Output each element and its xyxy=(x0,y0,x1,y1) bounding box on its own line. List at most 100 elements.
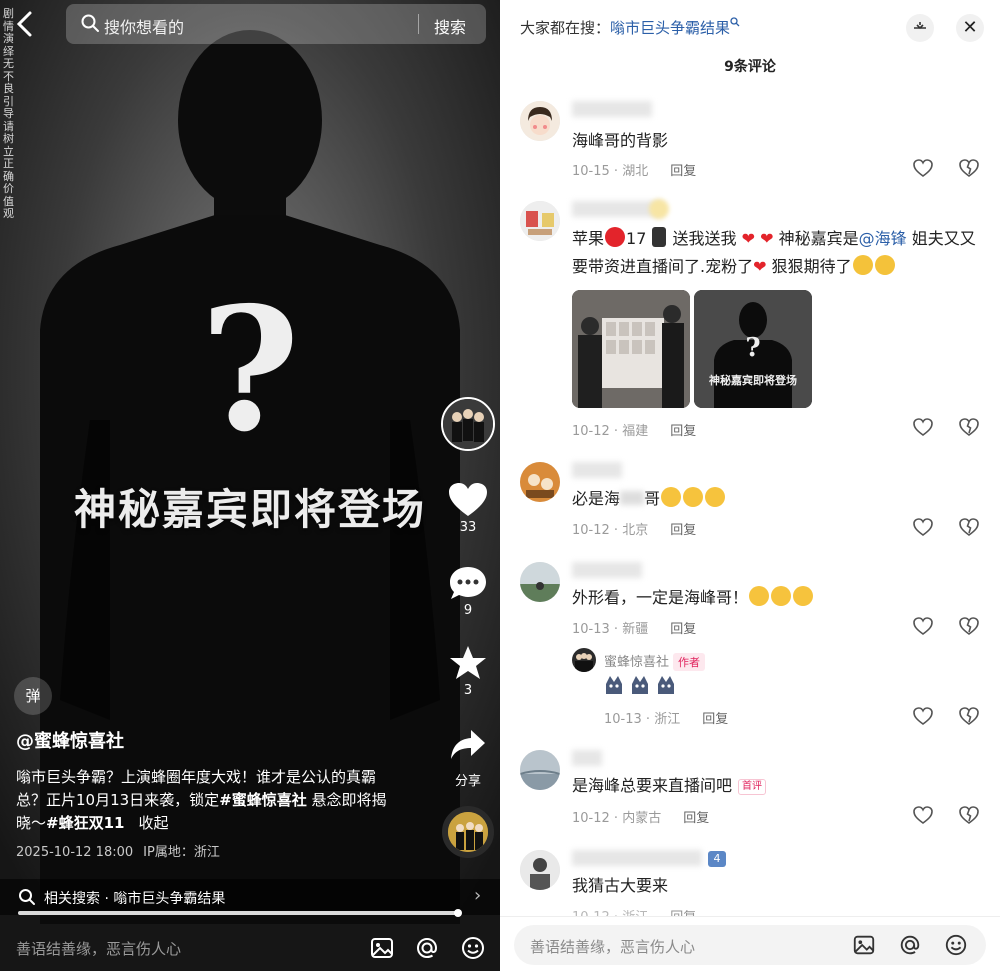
author-avatar[interactable] xyxy=(441,397,495,451)
comment-text: 海峰哥的背影 xyxy=(572,131,669,150)
emoji-icon[interactable] xyxy=(460,935,486,961)
avatar[interactable] xyxy=(520,850,560,890)
avatar[interactable] xyxy=(520,750,560,790)
heart-emoji-icon: ❤ xyxy=(741,229,756,248)
danmu-toggle[interactable]: 弹 xyxy=(14,677,52,715)
comment-count-title: 9条评论 xyxy=(724,59,776,75)
like-icon[interactable] xyxy=(912,705,934,727)
comment-date: 10-12 xyxy=(572,523,610,538)
like-icon[interactable] xyxy=(912,516,934,538)
user-mention[interactable]: @海锋 xyxy=(859,229,907,248)
hot-search-term[interactable]: 嗡市巨头争霸结果 xyxy=(610,19,730,37)
comment-input-bar: 善语结善缘，恶言伤人心 xyxy=(500,916,1000,971)
related-search-bar[interactable]: 相关搜索 · 嗡市巨头争霸结果 › xyxy=(0,879,500,915)
share-button[interactable]: 分享 xyxy=(438,728,498,789)
back-icon[interactable] xyxy=(14,10,44,42)
avatar[interactable] xyxy=(520,101,560,141)
dislike-icon[interactable] xyxy=(958,705,980,727)
author-tag: 作者 xyxy=(673,653,706,671)
like-icon[interactable] xyxy=(912,416,934,438)
comment-location: 北京 xyxy=(622,523,649,538)
comment-date: 10-15 xyxy=(572,164,610,179)
dislike-icon[interactable] xyxy=(958,416,980,438)
comment-input[interactable]: 善语结善缘，恶言伤人心 xyxy=(514,925,986,965)
video-ip: IP属地：浙江 xyxy=(143,845,220,860)
music-disc[interactable] xyxy=(442,806,494,858)
favorite-button[interactable]: 3 xyxy=(438,645,498,698)
mention-icon[interactable] xyxy=(414,935,440,961)
phone-emoji-icon xyxy=(652,227,667,247)
comment-username[interactable] xyxy=(572,750,602,766)
comment-text: 外形看，一定是海峰哥！ xyxy=(572,584,982,612)
reply-author-name[interactable]: 蜜蜂惊喜社 xyxy=(604,655,669,670)
reply-button[interactable]: 回复 xyxy=(670,424,696,439)
comment-text-part: 必是海 xyxy=(572,489,621,508)
comment-date: 10-12 xyxy=(572,424,610,439)
emoji-icon[interactable] xyxy=(944,933,968,957)
comment-icon xyxy=(450,567,486,599)
avatar[interactable] xyxy=(572,648,596,672)
search-divider xyxy=(418,14,419,34)
avatar[interactable] xyxy=(520,201,560,241)
comment-username[interactable] xyxy=(572,850,702,866)
dislike-icon[interactable] xyxy=(958,157,980,179)
comment-date: 10-13 xyxy=(604,712,642,727)
comment-text: 必是海 哥 xyxy=(572,485,982,513)
avatar[interactable] xyxy=(520,462,560,502)
like-icon[interactable] xyxy=(912,615,934,637)
collapse-caption-button[interactable]: 收起 xyxy=(138,814,168,832)
dislike-icon[interactable] xyxy=(958,516,980,538)
grin-emoji-icon xyxy=(661,487,682,507)
comment-location: 浙江 xyxy=(654,712,681,727)
like-icon[interactable] xyxy=(912,804,934,826)
video-meta: 2025-10-12 18:00 IP属地：浙江 xyxy=(16,841,220,860)
caption-hashtag[interactable]: #蜜蜂惊喜社 xyxy=(219,791,307,809)
reply-button[interactable]: 回复 xyxy=(670,622,696,637)
comment-image[interactable] xyxy=(572,290,690,408)
video-progress-bar[interactable] xyxy=(18,911,456,915)
video-comment-input-bar[interactable]: 善语结善缘，恶言伤人心 xyxy=(0,924,500,971)
close-icon[interactable]: ✕ xyxy=(956,14,984,42)
image-icon[interactable] xyxy=(369,935,395,961)
comment-text-part: 哥 xyxy=(644,489,661,508)
laugh-cry-emoji-icon xyxy=(771,586,792,606)
comment-username[interactable] xyxy=(572,101,652,117)
apple-emoji-icon xyxy=(605,227,626,247)
hot-search-link[interactable]: 大家都在搜：嗡市巨头争霸结果 xyxy=(520,17,740,38)
dislike-icon[interactable] xyxy=(958,804,980,826)
laugh-cry-emoji-icon xyxy=(749,586,770,606)
sticker-icon xyxy=(606,676,674,694)
mention-icon[interactable] xyxy=(898,933,922,957)
reply-button[interactable]: 回复 xyxy=(670,523,696,538)
comment-text-part: 外形看，一定是海峰哥！ xyxy=(572,588,749,607)
comment-meta: 10-13 · 浙江 回复 xyxy=(604,712,729,727)
comment-date: 10-12 xyxy=(572,811,610,826)
reply-button[interactable]: 回复 xyxy=(683,811,709,826)
dislike-icon[interactable] xyxy=(958,615,980,637)
caption-hashtag[interactable]: #蜂狂双11 xyxy=(46,814,124,832)
avatar[interactable] xyxy=(520,562,560,602)
comment-location: 湖北 xyxy=(622,164,649,179)
comment-text-part: 苹果 xyxy=(572,229,605,248)
favorite-count: 3 xyxy=(463,683,473,698)
collapse-icon[interactable] xyxy=(906,14,934,42)
progress-knob[interactable] xyxy=(454,909,462,917)
reply-button[interactable]: 回复 xyxy=(670,164,696,179)
like-icon[interactable] xyxy=(912,157,934,179)
comment-button[interactable]: 9 xyxy=(438,565,498,618)
comment-text-part: 是海峰总要来直播间吧 xyxy=(572,776,733,795)
reply-stickers xyxy=(604,674,680,700)
comment-text-part: 神秘嘉宾是 xyxy=(773,229,859,248)
video-author[interactable]: @蜜蜂惊喜社 xyxy=(16,727,124,753)
reply-author: 蜜蜂惊喜社 作者 xyxy=(604,651,706,671)
search-input[interactable]: 搜你想看的 搜索 xyxy=(66,4,486,44)
like-button[interactable]: 33 xyxy=(438,482,498,535)
comment-username[interactable] xyxy=(572,562,642,578)
search-button[interactable]: 搜索 xyxy=(434,14,466,38)
hot-search-prefix: 大家都在搜： xyxy=(520,19,611,37)
reply-button[interactable]: 回复 xyxy=(702,712,728,727)
comment-image[interactable]: ? 神秘嘉宾即将登场 xyxy=(694,290,812,408)
video-pane[interactable]: 剧情演绎无不良引导请树立正确价值观 搜你想看的 搜索 ? 神秘嘉宾即将登场 33… xyxy=(0,0,500,971)
comment-username[interactable] xyxy=(572,462,622,478)
image-icon[interactable] xyxy=(852,933,876,957)
